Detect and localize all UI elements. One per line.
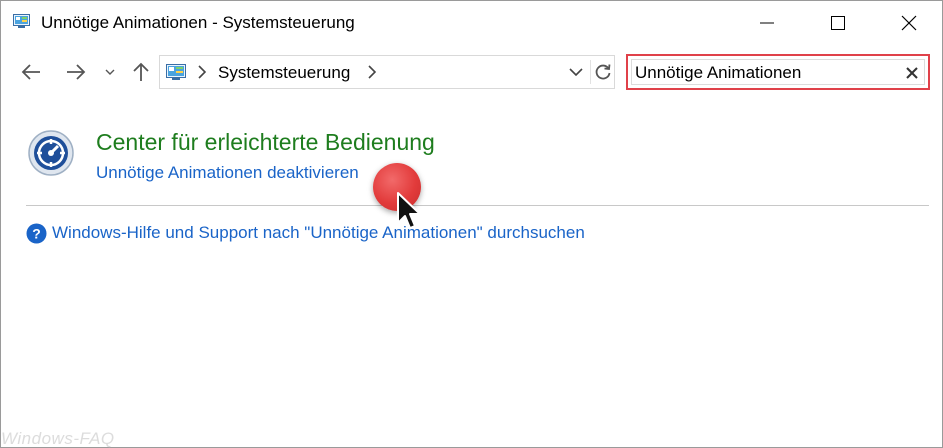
windows-help-search-link[interactable]: Windows-Hilfe und Support nach "Unnötige… bbox=[52, 223, 585, 243]
close-icon bbox=[901, 15, 917, 31]
chevron-down-icon bbox=[105, 69, 115, 75]
forward-button[interactable] bbox=[59, 57, 93, 87]
arrow-up-icon bbox=[133, 62, 149, 81]
close-button[interactable] bbox=[886, 1, 932, 45]
recent-locations-button[interactable] bbox=[101, 57, 119, 87]
title-bar: Unnötige Animationen - Systemsteuerung bbox=[1, 1, 942, 45]
maximize-button[interactable] bbox=[815, 1, 861, 45]
maximize-icon bbox=[831, 16, 845, 30]
breadcrumb-systemsteuerung[interactable]: Systemsteuerung bbox=[218, 63, 350, 83]
svg-text:?: ? bbox=[32, 226, 41, 242]
divider bbox=[26, 205, 929, 206]
window-title: Unnötige Animationen - Systemsteuerung bbox=[41, 13, 355, 32]
clear-search-button[interactable] bbox=[902, 63, 922, 83]
watermark: Windows-FAQ bbox=[1, 429, 115, 448]
breadcrumb-chevron-icon[interactable] bbox=[366, 64, 378, 80]
mouse-pointer-icon bbox=[397, 192, 421, 229]
control-panel-window: Unnötige Animationen - Systemsteuerung S… bbox=[0, 0, 943, 448]
control-panel-icon bbox=[13, 14, 30, 28]
breadcrumb-chevron-icon[interactable] bbox=[196, 64, 208, 80]
refresh-button[interactable] bbox=[590, 60, 614, 84]
arrow-right-icon bbox=[67, 64, 86, 80]
minimize-icon bbox=[760, 22, 774, 24]
result-title-ease-of-access[interactable]: Center für erleichterte Bedienung bbox=[96, 129, 435, 156]
control-panel-icon bbox=[166, 64, 186, 80]
search-box bbox=[631, 59, 925, 85]
search-input[interactable] bbox=[635, 62, 895, 84]
address-dropdown-button[interactable] bbox=[565, 62, 587, 82]
chevron-down-icon bbox=[569, 68, 583, 76]
disable-animations-link[interactable]: Unnötige Animationen deaktivieren bbox=[96, 163, 359, 183]
search-box-highlight bbox=[626, 54, 930, 90]
help-icon[interactable]: ? bbox=[26, 223, 47, 244]
minimize-button[interactable] bbox=[744, 1, 790, 45]
address-bar[interactable]: Systemsteuerung bbox=[159, 55, 615, 89]
arrow-left-icon bbox=[21, 64, 40, 80]
refresh-icon bbox=[595, 64, 610, 80]
back-button[interactable] bbox=[15, 57, 47, 87]
close-icon bbox=[906, 67, 918, 79]
ease-of-access-icon[interactable] bbox=[27, 129, 75, 177]
up-button[interactable] bbox=[127, 57, 155, 87]
